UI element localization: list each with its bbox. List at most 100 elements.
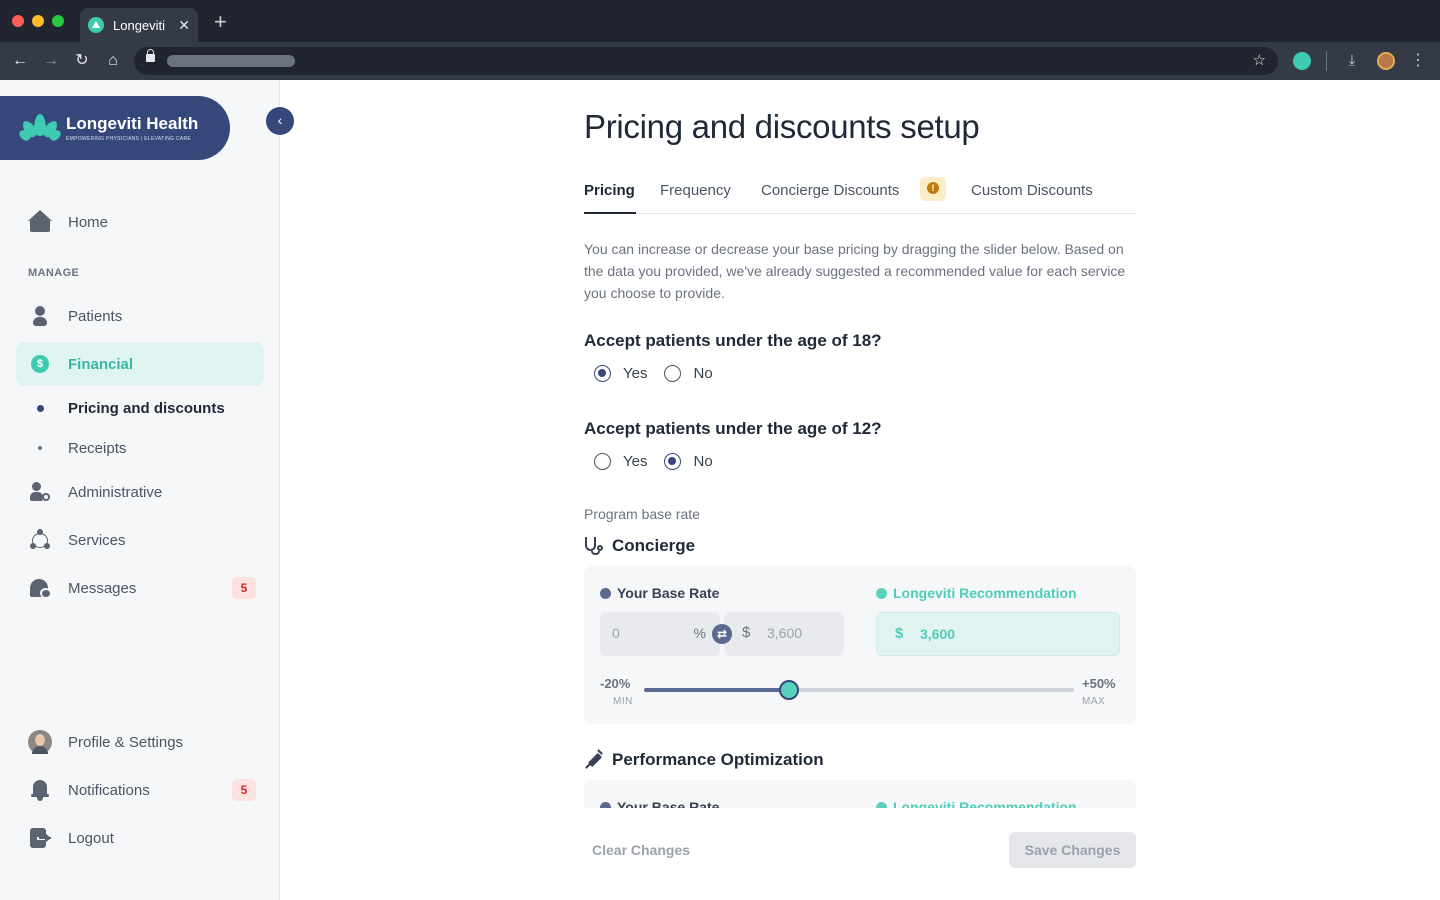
browser-menu-icon[interactable]: ⋮ (1406, 49, 1430, 73)
browser-tab-bar: Longeviti ✕ + (0, 0, 1440, 42)
save-changes-button[interactable]: Save Changes (1009, 832, 1136, 868)
slider-min-label: -20% (600, 676, 631, 691)
sidebar-item-label: Services (68, 531, 126, 549)
sidebar-item-receipts[interactable]: Receipts (16, 426, 264, 470)
clear-changes-button[interactable]: Clear Changes (592, 842, 690, 858)
admin-icon (28, 480, 52, 504)
radio-under-18-yes[interactable] (594, 365, 611, 382)
sidebar-item-label: Pricing and discounts (68, 399, 225, 417)
services-icon (28, 528, 52, 552)
syringe-icon (584, 749, 604, 770)
section-label: MANAGE (28, 267, 80, 279)
sidebar-item-profile-settings[interactable]: Profile & Settings (16, 720, 264, 764)
brand-name: Longeviti Health (66, 113, 199, 133)
percent-input[interactable]: 0 % (600, 612, 720, 656)
radio-label-no: No (693, 365, 713, 382)
sidebar-item-label: Home (68, 213, 109, 231)
reload-icon[interactable]: ↻ (70, 49, 94, 73)
messages-icon (28, 576, 52, 600)
concierge-rate-card: Your Base Rate Longeviti Recommendation … (584, 566, 1136, 724)
active-tab-indicator (584, 212, 636, 214)
recommendation-value: 3,600 (920, 626, 956, 642)
radio-under-18-no[interactable] (664, 365, 682, 382)
forward-icon[interactable]: → (39, 49, 63, 73)
slider-max-label: +50% (1082, 676, 1116, 691)
page-title: Pricing and discounts setup (584, 108, 980, 145)
radio-under-12-yes[interactable] (594, 453, 611, 470)
browser-tab[interactable]: Longeviti ✕ (80, 8, 198, 42)
base-rate-slider[interactable] (644, 680, 1074, 700)
sidebar-item-administrative[interactable]: Administrative (16, 470, 264, 514)
tab-frequency[interactable]: Frequency (660, 182, 731, 199)
sidebar-item-label: Financial (68, 355, 134, 373)
tab-concierge-discounts[interactable]: Concierge Discounts (761, 182, 899, 199)
sidebar-item-messages[interactable]: Messages 5 (16, 566, 264, 610)
percent-value: 0 (612, 625, 620, 641)
radio-label-yes: Yes (623, 365, 648, 382)
sidebar-item-pricing-discounts[interactable]: Pricing and discounts (16, 386, 264, 430)
maximize-window-button[interactable] (52, 15, 64, 27)
currency-sign: $ (895, 625, 904, 642)
slider-thumb[interactable] (779, 680, 800, 700)
sidebar-item-label: Notifications (68, 781, 150, 799)
service-name: Concierge (612, 536, 696, 555)
sidebar-item-financial[interactable]: $ Financial (16, 342, 264, 386)
dollar-icon: $ (28, 352, 52, 376)
notifications-badge: 5 (232, 779, 256, 801)
tab-pricing[interactable]: Pricing (584, 182, 635, 199)
your-base-rate-legend: Your Base Rate (600, 585, 719, 601)
sidebar-item-label: Messages (68, 579, 137, 597)
sidebar-item-notifications[interactable]: Notifications 5 (16, 768, 264, 812)
address-bar[interactable]: ☆ (134, 47, 1278, 75)
lotus-icon (17, 113, 63, 143)
logout-icon (28, 826, 52, 850)
service-title-performance: Performance Optimization (584, 749, 824, 770)
sidebar-item-patients[interactable]: Patients (16, 294, 264, 338)
service-name: Performance Optimization (612, 750, 824, 769)
radio-group-under-18: Yes No (594, 365, 730, 382)
bullet-icon (28, 404, 52, 412)
close-window-button[interactable] (12, 15, 24, 27)
favicon-icon (88, 17, 104, 33)
radio-label-yes: Yes (623, 453, 648, 470)
radio-group-under-12: Yes No (594, 453, 730, 470)
sidebar-item-label: Logout (68, 829, 114, 847)
brand-tagline: EMPOWERING PHYSICIANS | ELEVATING CARE (66, 135, 192, 142)
slider-fill (644, 688, 790, 692)
sidebar-item-logout[interactable]: Logout (16, 816, 264, 860)
pricing-description: You can increase or decrease your base p… (584, 241, 1126, 301)
stethoscope-icon (584, 536, 604, 556)
bullet-icon (28, 446, 52, 450)
warning-icon (920, 177, 946, 201)
url-redacted (167, 55, 295, 67)
tab-close-icon[interactable]: ✕ (178, 17, 190, 34)
home-icon (28, 210, 52, 234)
minimize-window-button[interactable] (32, 15, 44, 27)
program-base-rate-label: Program base rate (584, 506, 700, 522)
base-rate-input[interactable]: $ 3,600 (724, 612, 844, 656)
sidebar-item-label: Profile & Settings (68, 733, 184, 751)
slider-min-sub: MIN (613, 696, 633, 707)
sidebar-item-label: Administrative (68, 483, 163, 501)
sidebar-item-services[interactable]: Services (16, 518, 264, 562)
download-icon[interactable]: ⤓ (1340, 49, 1364, 73)
profile-avatar[interactable] (1377, 52, 1395, 70)
lock-icon (146, 49, 155, 62)
person-icon (28, 304, 52, 328)
back-icon[interactable]: ← (8, 49, 32, 73)
sidebar-item-label: Patients (68, 307, 123, 325)
tab-custom-discounts[interactable]: Custom Discounts (971, 182, 1093, 199)
browser-tab-title: Longeviti (113, 17, 166, 33)
new-tab-button[interactable]: + (214, 11, 227, 33)
slider-max-sub: MAX (1082, 696, 1106, 707)
brand-logo[interactable]: Longeviti Health EMPOWERING PHYSICIANS |… (0, 96, 230, 160)
percent-sign: % (693, 625, 706, 641)
bookmark-star-icon[interactable]: ☆ (1253, 51, 1266, 69)
extension-icon[interactable] (1293, 52, 1311, 70)
swap-icon[interactable]: ⇄ (712, 624, 732, 644)
window-controls (12, 15, 64, 27)
collapse-sidebar-button[interactable]: ‹ (266, 107, 294, 135)
radio-under-12-no[interactable] (664, 453, 682, 470)
home-browser-icon[interactable]: ⌂ (101, 49, 125, 73)
sidebar-item-home[interactable]: Home (16, 200, 264, 244)
